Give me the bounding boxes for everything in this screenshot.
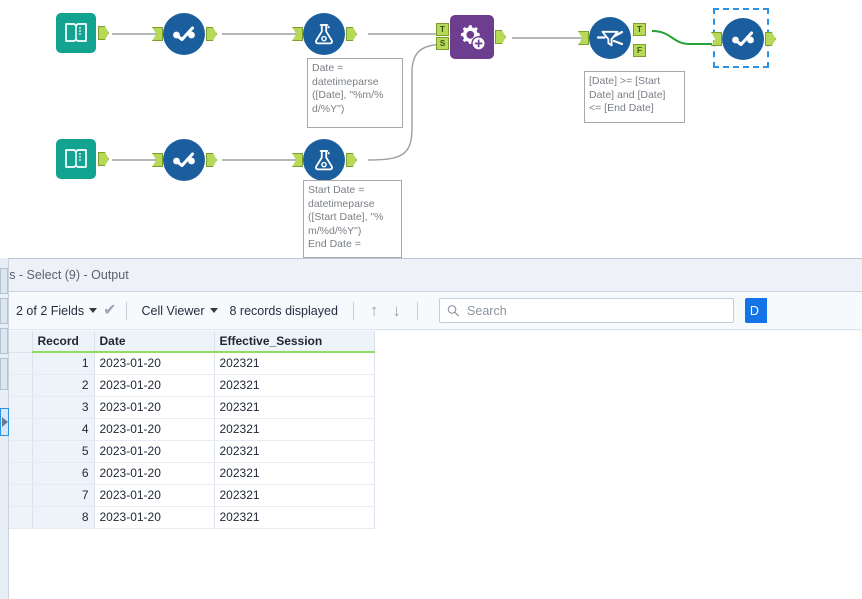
chevron-down-icon[interactable] xyxy=(89,308,98,313)
toolbar-divider xyxy=(352,301,354,320)
arrow-up-icon[interactable]: ↑ xyxy=(363,302,386,319)
workflow-canvas[interactable]: Date = datetimeparse ([Date], "%m/% d/%Y… xyxy=(0,0,862,258)
table-row[interactable]: 5 2023-01-20 202321 xyxy=(0,440,375,463)
fields-label: 2 of 2 Fields xyxy=(16,303,85,318)
annotation-filter: [Date] >= [Start Date] and [Date] <= [En… xyxy=(584,71,685,123)
cell-effective-session[interactable]: 202321 xyxy=(214,440,375,463)
cell-effective-session[interactable]: 202321 xyxy=(214,462,375,485)
book-icon xyxy=(65,23,87,42)
cell-date[interactable]: 2023-01-20 xyxy=(94,352,215,375)
cell-effective-session[interactable]: 202321 xyxy=(214,374,375,397)
cell-record[interactable]: 3 xyxy=(32,396,95,419)
cell-effective-session[interactable]: 202321 xyxy=(214,418,375,441)
table-row[interactable]: 1 2023-01-20 202321 xyxy=(0,352,375,375)
table-row[interactable]: 7 2023-01-20 202321 xyxy=(0,484,375,507)
column-header-record[interactable]: Record xyxy=(32,331,95,353)
results-panel: ults - Select (9) - Output 2 of 2 Fields… xyxy=(0,258,862,599)
view-mode-selector[interactable]: Cell Viewer xyxy=(136,299,224,323)
column-header-date[interactable]: Date xyxy=(94,331,215,353)
search-input[interactable] xyxy=(465,302,726,319)
pane-tab[interactable] xyxy=(0,328,8,354)
cell-effective-session[interactable]: 202321 xyxy=(214,484,375,507)
formula-icon-wrap xyxy=(303,139,345,181)
cell-date[interactable]: 2023-01-20 xyxy=(94,484,215,507)
book-icon xyxy=(65,149,87,168)
results-grid: Record Date Effective_Session 1 2023-01-2… xyxy=(0,331,375,529)
results-grid-container[interactable]: Record Date Effective_Session 1 2023-01-2… xyxy=(0,331,862,599)
table-header-row: Record Date Effective_Session xyxy=(0,331,375,353)
fields-selector[interactable]: 2 of 2 Fields xyxy=(10,299,103,323)
cell-record[interactable]: 5 xyxy=(32,440,95,463)
records-displayed-label: 8 records displayed xyxy=(229,303,338,318)
select-icon xyxy=(732,31,754,47)
cell-record[interactable]: 2 xyxy=(32,374,95,397)
table-row[interactable]: 4 2023-01-20 202321 xyxy=(0,418,375,441)
results-panel-header: ults - Select (9) - Output xyxy=(0,259,862,292)
pane-expand-button[interactable] xyxy=(0,408,9,436)
append-target-anchor[interactable]: T xyxy=(436,23,449,36)
select-icon xyxy=(173,26,195,42)
append-source-anchor[interactable]: S xyxy=(436,37,449,50)
gears-icon xyxy=(460,25,486,51)
input-data-icon-wrap xyxy=(56,13,96,53)
arrow-down-icon[interactable]: ↓ xyxy=(385,302,408,319)
cell-record[interactable]: 6 xyxy=(32,462,95,485)
results-grid-body: 1 2023-01-20 202321 2 2023-01-20 202321 3 2023-… xyxy=(0,352,375,529)
results-toolbar: 2 of 2 Fields ✔ Cell Viewer 8 records di… xyxy=(0,292,862,330)
cell-effective-session[interactable]: 202321 xyxy=(214,352,375,375)
cell-date[interactable]: 2023-01-20 xyxy=(94,418,215,441)
cell-record[interactable]: 4 xyxy=(32,418,95,441)
cell-effective-session[interactable]: 202321 xyxy=(214,506,375,529)
search-icon xyxy=(447,305,459,317)
table-row[interactable]: 8 2023-01-20 202321 xyxy=(0,506,375,529)
cell-record[interactable]: 8 xyxy=(32,506,95,529)
select-icon xyxy=(173,152,195,168)
results-panel-title: ults - Select (9) - Output xyxy=(0,268,129,282)
toolbar-divider xyxy=(125,301,127,320)
append-icon-wrap xyxy=(450,15,494,59)
download-button[interactable]: D xyxy=(744,298,767,323)
cell-date[interactable]: 2023-01-20 xyxy=(94,396,215,419)
filter-false-anchor[interactable]: F xyxy=(633,44,646,57)
pane-tab[interactable] xyxy=(0,358,8,390)
select-icon-wrap xyxy=(163,139,205,181)
docked-pane-strip xyxy=(0,258,9,599)
cell-date[interactable]: 2023-01-20 xyxy=(94,462,215,485)
search-field[interactable] xyxy=(438,298,734,323)
column-header-effective-session[interactable]: Effective_Session xyxy=(214,331,375,353)
cell-record[interactable]: 7 xyxy=(32,484,95,507)
input-data-icon-wrap xyxy=(56,139,96,179)
toolbar-divider xyxy=(416,301,418,320)
annotation-formula-2: Start Date = datetimeparse ([Start Date]… xyxy=(303,180,402,258)
filter-true-anchor[interactable]: T xyxy=(633,23,646,36)
select-icon-wrap xyxy=(163,13,205,55)
cell-record[interactable]: 1 xyxy=(32,352,95,375)
table-row[interactable]: 3 2023-01-20 202321 xyxy=(0,396,375,419)
download-button-label: D xyxy=(749,303,759,318)
annotation-formula-1: Date = datetimeparse ([Date], "%m/% d/%Y… xyxy=(307,58,403,128)
table-row[interactable]: 2 2023-01-20 202321 xyxy=(0,374,375,397)
flask-icon xyxy=(315,24,333,45)
filter-icon xyxy=(596,30,624,47)
view-mode-label: Cell Viewer xyxy=(141,303,205,318)
pane-tab[interactable] xyxy=(0,298,8,324)
cell-effective-session[interactable]: 202321 xyxy=(214,396,375,419)
cell-date[interactable]: 2023-01-20 xyxy=(94,440,215,463)
table-row[interactable]: 6 2023-01-20 202321 xyxy=(0,462,375,485)
pane-tab[interactable] xyxy=(0,268,8,294)
check-icon[interactable]: ✔ xyxy=(103,302,116,319)
flask-icon xyxy=(315,150,333,171)
formula-icon-wrap xyxy=(303,13,345,55)
cell-date[interactable]: 2023-01-20 xyxy=(94,374,215,397)
chevron-right-icon xyxy=(2,417,8,427)
chevron-down-icon[interactable] xyxy=(209,308,218,313)
cell-date[interactable]: 2023-01-20 xyxy=(94,506,215,529)
select-icon-wrap xyxy=(722,18,764,60)
filter-icon-wrap xyxy=(589,17,631,59)
